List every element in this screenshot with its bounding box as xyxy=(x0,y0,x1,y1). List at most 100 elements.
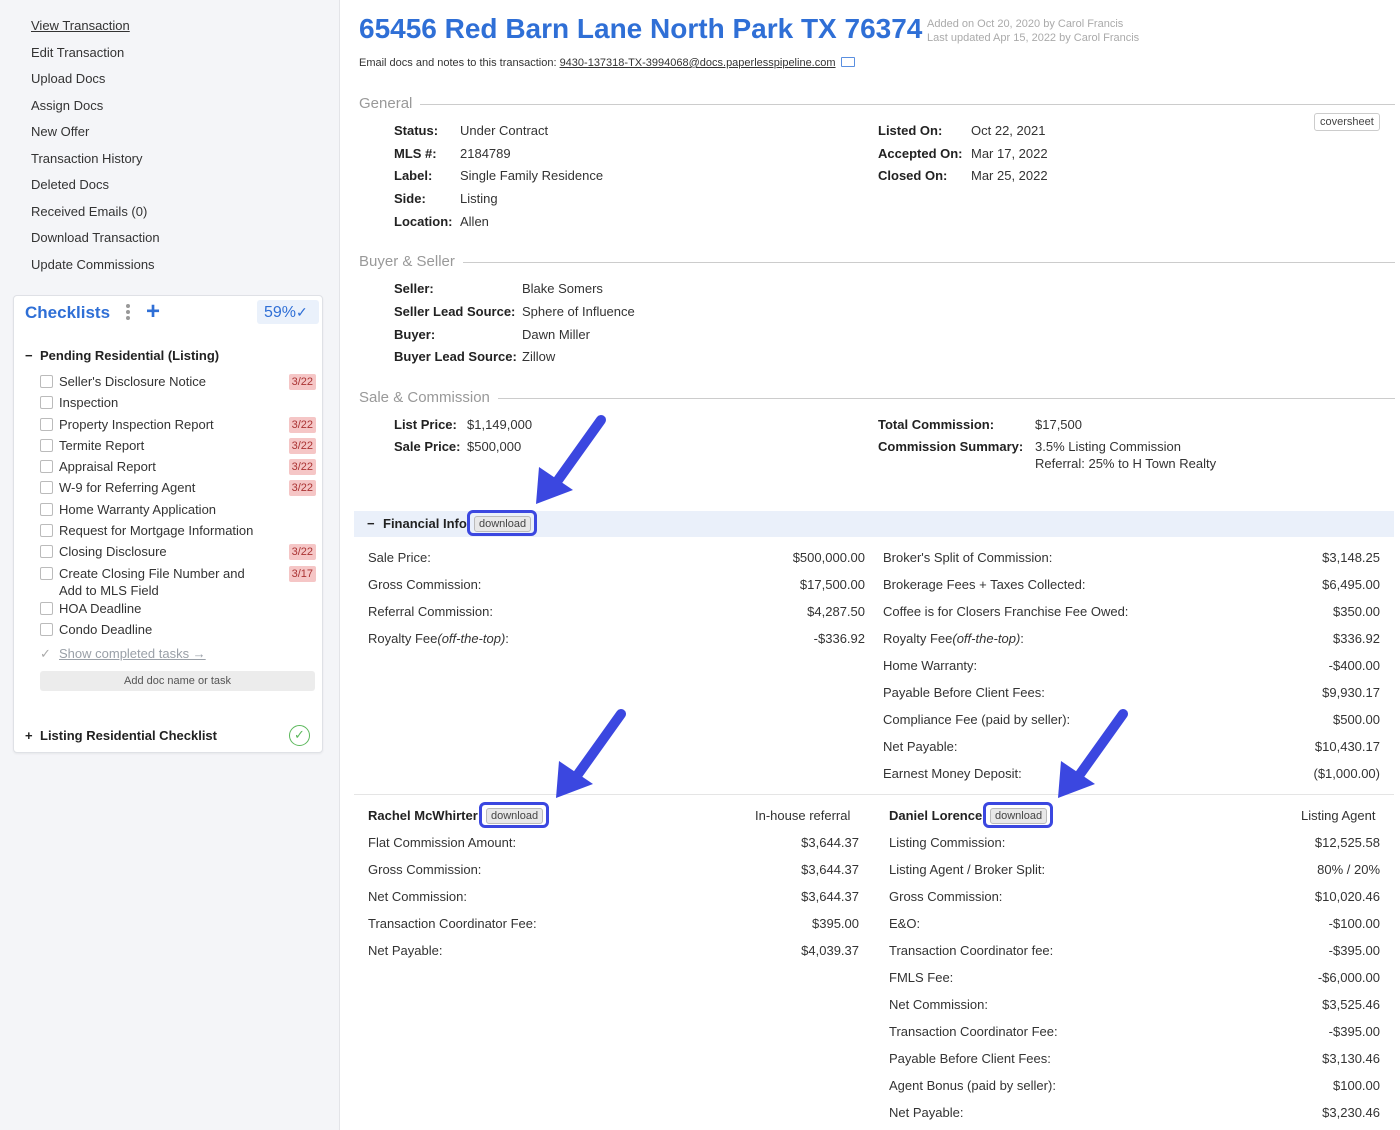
agent-download-button[interactable]: download xyxy=(990,808,1048,824)
checkbox[interactable] xyxy=(40,396,53,410)
money-row: Transaction Coordinator Fee: -$395.00 xyxy=(889,1024,1380,1051)
financial-info-label: Financial Info xyxy=(383,516,467,531)
checklist-item-label[interactable]: W-9 for Referring Agent xyxy=(59,480,195,495)
nav-deleted-docs[interactable]: Deleted Docs xyxy=(31,175,160,202)
money-value: -$100.00 xyxy=(1328,916,1380,931)
checklist-item-label[interactable]: Inspection xyxy=(59,395,118,410)
money-value: $3,644.37 xyxy=(801,835,859,850)
nav-transaction-history[interactable]: Transaction History xyxy=(31,149,160,176)
checklist-item-label[interactable]: Create Closing File Number and Add to ML… xyxy=(59,565,264,599)
nav-view-transaction[interactable]: View Transaction xyxy=(31,16,160,43)
checklist-item: Seller's Disclosure Notice 3/22 xyxy=(40,373,316,394)
checklist-item-label[interactable]: Termite Report xyxy=(59,438,144,453)
nav-upload-docs[interactable]: Upload Docs xyxy=(31,69,160,96)
field-value: Single Family Residence xyxy=(460,168,604,183)
complete-check-icon: ✓ xyxy=(289,725,310,746)
checkbox[interactable] xyxy=(40,545,53,559)
checklist-item: Property Inspection Report 3/22 xyxy=(40,416,316,437)
field-label: Buyer Lead Source: xyxy=(394,349,517,364)
nav-update-commissions[interactable]: Update Commissions xyxy=(31,255,160,282)
checkbox[interactable] xyxy=(40,566,53,580)
checklist-group-listing[interactable]: + Listing Residential Checklist xyxy=(25,728,217,743)
checklist-item-label[interactable]: Condo Deadline xyxy=(59,622,152,637)
field-label: Location: xyxy=(394,214,453,229)
money-value: 80% / 20% xyxy=(1317,862,1380,877)
checklist-item-label[interactable]: Property Inspection Report xyxy=(59,417,214,432)
field-value: $17,500 xyxy=(1035,417,1082,432)
checkbox[interactable] xyxy=(40,502,53,516)
due-date-badge: 3/22 xyxy=(288,459,316,476)
checklist-item-label[interactable]: Home Warranty Application xyxy=(59,502,216,517)
checkbox[interactable] xyxy=(40,438,53,452)
nav-assign-docs[interactable]: Assign Docs xyxy=(31,96,160,123)
collapse-icon[interactable]: − xyxy=(25,348,40,363)
money-value: $500.00 xyxy=(1333,712,1380,727)
add-checklist-button[interactable]: + xyxy=(146,298,160,326)
add-doc-input[interactable]: Add doc name or task xyxy=(40,671,315,691)
money-row: Net Commission: $3,525.46 xyxy=(889,997,1380,1024)
checklist-item: Create Closing File Number and Add to ML… xyxy=(40,565,316,600)
coversheet-button[interactable]: coversheet xyxy=(1314,113,1380,131)
financial-download-button[interactable]: download xyxy=(474,516,532,532)
checklist-item-label[interactable]: Closing Disclosure xyxy=(59,544,167,559)
email-line: Email docs and notes to this transaction… xyxy=(359,57,855,69)
money-label: Sale Price: xyxy=(368,550,431,565)
checklist-item-label[interactable]: Seller's Disclosure Notice xyxy=(59,374,206,389)
money-value: -$395.00 xyxy=(1328,1024,1380,1039)
checklist-item-label[interactable]: Request for Mortgage Information xyxy=(59,523,253,538)
field-value: Under Contract xyxy=(460,123,549,138)
checkbox[interactable] xyxy=(40,622,53,636)
money-row: Broker's Split of Commission: $3,148.25 xyxy=(883,550,1380,577)
show-completed-label[interactable]: Show completed tasks → xyxy=(59,646,206,661)
due-date-badge: 3/22 xyxy=(288,480,316,497)
contact-card-icon[interactable] xyxy=(840,57,855,67)
field-label: Sale Price: xyxy=(394,439,461,454)
kebab-menu-icon[interactable] xyxy=(124,304,132,322)
checklist-item: HOA Deadline xyxy=(40,600,316,621)
last-updated: Last updated Apr 15, 2022 by Carol Franc… xyxy=(927,32,1140,44)
checklist-group-pending[interactable]: − Pending Residential (Listing) xyxy=(25,348,219,363)
show-completed-link[interactable]: ✓ Show completed tasks → xyxy=(40,646,206,662)
sidebar-nav: View Transaction Edit Transaction Upload… xyxy=(31,16,160,281)
checklist-item-label[interactable]: Appraisal Report xyxy=(59,459,156,474)
money-row: Listing Agent / Broker Split: 80% / 20% xyxy=(889,862,1380,889)
agent-download-button[interactable]: download xyxy=(486,808,544,824)
money-row: Referral Commission: $4,287.50 xyxy=(368,604,865,631)
field-value: Blake Somers xyxy=(522,281,603,296)
checkbox[interactable] xyxy=(40,417,53,431)
money-label: FMLS Fee: xyxy=(889,970,954,985)
money-label-note: (off-the-top) xyxy=(952,631,1021,646)
checkbox[interactable] xyxy=(40,481,53,495)
checkbox[interactable] xyxy=(40,460,53,474)
progress-percent: 59% xyxy=(264,304,297,321)
checklist-item-label[interactable]: HOA Deadline xyxy=(59,601,141,616)
money-value: $3,644.37 xyxy=(801,889,859,904)
nav-received-emails[interactable]: Received Emails (0) xyxy=(31,202,160,229)
field-value: 3.5% Listing Commission xyxy=(1035,439,1181,454)
agent-role: Listing Agent xyxy=(1301,808,1376,823)
expand-icon[interactable]: + xyxy=(25,728,40,743)
field-label: Total Commission: xyxy=(878,417,995,432)
money-row: Coffee is for Closers Franchise Fee Owed… xyxy=(883,604,1380,631)
money-label: Referral Commission: xyxy=(368,604,493,619)
field-label: Status: xyxy=(394,123,439,138)
checklist-item: Termite Report 3/22 xyxy=(40,437,316,458)
money-label: Agent Bonus (paid by seller): xyxy=(889,1078,1056,1093)
money-value: $336.92 xyxy=(1333,631,1380,646)
checkbox[interactable] xyxy=(40,375,53,388)
main-content: 65456 Red Barn Lane North Park TX 76374 … xyxy=(341,0,1400,1130)
nav-download-transaction[interactable]: Download Transaction xyxy=(31,228,160,255)
nav-edit-transaction[interactable]: Edit Transaction xyxy=(31,43,160,70)
money-value: ($1,000.00) xyxy=(1313,766,1381,781)
checkbox[interactable] xyxy=(40,524,53,538)
field-label: Label: xyxy=(394,168,433,183)
money-value: $3,130.46 xyxy=(1322,1051,1380,1066)
section-title: Sale & Commission xyxy=(359,389,498,406)
checkbox[interactable] xyxy=(40,601,53,615)
collapse-icon[interactable]: − xyxy=(367,516,383,531)
money-value: $395.00 xyxy=(812,916,859,931)
money-row: Flat Commission Amount: $3,644.37 xyxy=(368,835,859,862)
money-label: Transaction Coordinator fee: xyxy=(889,943,1054,958)
transaction-email-link[interactable]: 9430-137318-TX-3994068@docs.paperlesspip… xyxy=(560,57,836,69)
nav-new-offer[interactable]: New Offer xyxy=(31,122,160,149)
